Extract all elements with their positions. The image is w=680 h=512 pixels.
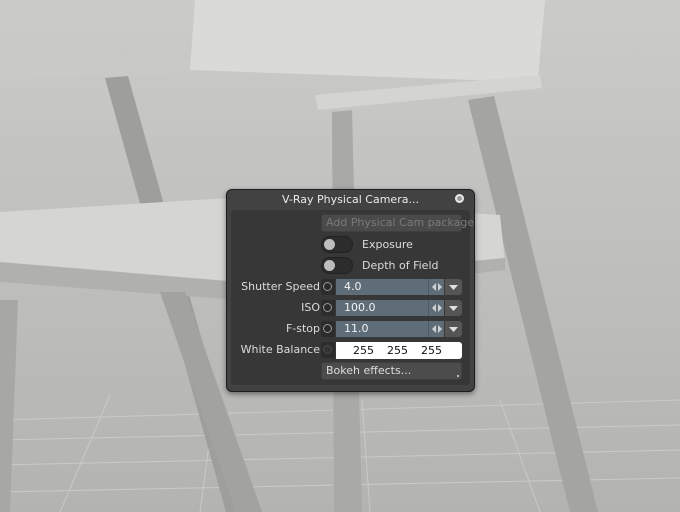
toggle-knob (324, 260, 335, 271)
pin-icon[interactable] (455, 194, 464, 203)
exposure-label: Exposure (362, 238, 413, 251)
vray-camera-panel: V-Ray Physical Camera... Add Physical Ca… (226, 189, 475, 392)
row-exposure: Exposure (231, 235, 470, 255)
spin-arrows-icon[interactable] (428, 279, 444, 295)
row-add-package: Add Physical Cam package (231, 214, 474, 234)
white-balance-color-field[interactable]: 255 255 255 (336, 342, 462, 359)
row-bokeh: Bokeh effects... (231, 362, 470, 382)
fstop-field[interactable]: 11.0 (336, 321, 428, 337)
add-package-label: Add Physical Cam package (326, 216, 475, 229)
popout-grip-icon (457, 375, 459, 377)
dof-label: Depth of Field (362, 259, 439, 272)
spin-arrows-icon[interactable] (428, 321, 444, 337)
exposure-toggle[interactable] (321, 236, 353, 253)
row-fstop: F-stop 11.0 (231, 319, 470, 339)
row-shutter-speed: Shutter Speed 4.0 (231, 277, 470, 297)
bokeh-effects-label: Bokeh effects... (326, 364, 412, 377)
shutter-speed-label: Shutter Speed (241, 280, 320, 293)
fstop-anim-toggle[interactable] (321, 321, 335, 337)
wb-red-value: 255 (353, 344, 374, 357)
wb-blue-value: 255 (421, 344, 442, 357)
dropdown-arrow-icon[interactable] (445, 279, 462, 295)
iso-label: ISO (301, 301, 320, 314)
dropdown-arrow-icon[interactable] (445, 300, 462, 316)
row-dof: Depth of Field (231, 256, 470, 276)
fstop-label: F-stop (285, 322, 320, 335)
row-white-balance: White Balance 255 255 255 (231, 340, 470, 360)
wb-green-value: 255 (387, 344, 408, 357)
row-iso: ISO 100.0 (231, 298, 470, 318)
shutter-speed-field[interactable]: 4.0 (336, 279, 428, 295)
dof-toggle[interactable] (321, 257, 353, 274)
white-balance-anim-toggle[interactable] (321, 342, 335, 358)
add-package-button[interactable]: Add Physical Cam package (321, 214, 474, 232)
panel-title: V-Ray Physical Camera... (282, 193, 419, 206)
iso-field[interactable]: 100.0 (336, 300, 428, 316)
shutter-speed-anim-toggle[interactable] (321, 279, 335, 295)
dropdown-arrow-icon[interactable] (445, 321, 462, 337)
iso-anim-toggle[interactable] (321, 300, 335, 316)
spin-arrows-icon[interactable] (428, 300, 444, 316)
bokeh-effects-button[interactable]: Bokeh effects... (321, 362, 462, 380)
white-balance-label: White Balance (240, 343, 320, 356)
panel-body: Add Physical Cam package Exposure Depth … (231, 210, 474, 385)
toggle-knob (324, 239, 335, 250)
